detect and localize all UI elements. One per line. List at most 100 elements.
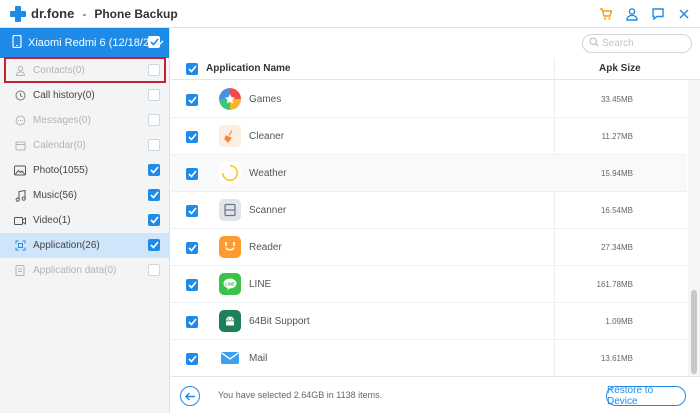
photo-checkbox[interactable] <box>148 164 160 176</box>
reader-icon <box>219 236 241 258</box>
calendar-checkbox[interactable] <box>148 139 160 151</box>
row-checkbox[interactable] <box>186 168 198 180</box>
table-row[interactable]: Mail 13.61MB <box>171 340 687 377</box>
sidebar-item-label: Video(1) <box>33 215 71 226</box>
video-checkbox[interactable] <box>148 214 160 226</box>
application-data-checkbox[interactable] <box>148 264 160 276</box>
doc-icon <box>14 265 26 277</box>
sidebar: Xiaomi Redmi 6 (12/18/2 Contacts(0) Call… <box>0 28 170 413</box>
cart-icon[interactable] <box>596 4 616 24</box>
apk-size: 16.54MB <box>600 205 633 215</box>
apk-size: 15.94MB <box>600 168 633 178</box>
window-controls <box>596 4 694 24</box>
table-header: Application Name Apk Size <box>171 58 700 80</box>
app-name: Reader <box>249 241 282 253</box>
header-application-name[interactable]: Application Name <box>206 63 290 74</box>
title-separator: - <box>82 6 87 21</box>
search-input[interactable] <box>602 38 682 49</box>
row-checkbox[interactable] <box>186 353 198 365</box>
row-checkbox[interactable] <box>186 131 198 143</box>
search-box[interactable] <box>582 34 692 53</box>
sidebar-item-label: Application(26) <box>33 240 100 251</box>
app-name: Mail <box>249 352 268 364</box>
sidebar-item-label: Messages(0) <box>33 115 91 126</box>
clock-icon <box>14 90 26 102</box>
line-icon: LINE <box>219 273 241 295</box>
title-bar: dr.fone - Phone Backup <box>0 0 700 28</box>
close-icon[interactable] <box>674 4 694 24</box>
drfone-logo-icon <box>10 5 26 22</box>
apk-size: 13.61MB <box>600 353 633 363</box>
sidebar-item-calendar[interactable]: Calendar(0) <box>0 133 169 158</box>
row-checkbox[interactable] <box>186 205 198 217</box>
call-history-checkbox[interactable] <box>148 89 160 101</box>
cleaner-icon <box>219 125 241 147</box>
table-row[interactable]: Cleaner 11.27MB <box>171 118 687 155</box>
footer-bar: You have selected 2.64GB in 1138 items. … <box>171 376 700 413</box>
sidebar-item-application-data[interactable]: Application data(0) <box>0 258 169 283</box>
messages-checkbox[interactable] <box>148 114 160 126</box>
highlight-box <box>4 57 166 83</box>
music-icon <box>14 189 26 202</box>
scrollbar-thumb[interactable] <box>691 290 697 374</box>
row-checkbox[interactable] <box>186 94 198 106</box>
weather-icon <box>219 162 241 184</box>
games-icon <box>219 88 241 110</box>
sidebar-item-music[interactable]: Music(56) <box>0 183 169 208</box>
apps-icon <box>14 240 26 252</box>
apk-size: 11.27MB <box>601 131 633 141</box>
app-name: Weather <box>249 167 287 179</box>
table-row[interactable]: LINE LINE 161.78MB <box>171 266 687 303</box>
sidebar-item-video[interactable]: Video(1) <box>0 208 169 233</box>
application-checkbox[interactable] <box>148 239 160 251</box>
apk-size: 27.34MB <box>600 242 633 252</box>
header-apk-size[interactable]: Apk Size <box>599 63 641 74</box>
sidebar-item-label: Application data(0) <box>33 265 117 276</box>
app-name: Games <box>249 93 282 105</box>
app-name: 64Bit Support <box>249 315 310 327</box>
android-icon <box>219 310 241 332</box>
photo-icon <box>14 165 26 177</box>
sidebar-item-photo[interactable]: Photo(1055) <box>0 158 169 183</box>
sidebar-item-label: Call history(0) <box>33 90 95 101</box>
apk-size: 33.45MB <box>600 94 633 104</box>
scrollbar[interactable] <box>688 80 700 376</box>
message-icon <box>14 115 26 127</box>
logo: dr.fone <box>10 5 75 22</box>
row-checkbox[interactable] <box>186 242 198 254</box>
video-icon <box>14 215 26 227</box>
app-name: Scanner <box>249 204 287 216</box>
feedback-icon[interactable] <box>648 4 668 24</box>
device-selector[interactable]: Xiaomi Redmi 6 (12/18/2 <box>0 28 169 58</box>
table-row[interactable]: Reader 27.34MB <box>171 229 687 266</box>
page-title: Phone Backup <box>94 6 178 21</box>
app-name: LINE <box>249 278 272 290</box>
apk-size: 161.78MB <box>596 279 633 289</box>
select-all-checkbox[interactable] <box>186 63 198 75</box>
search-icon <box>589 37 599 50</box>
calendar-icon <box>14 140 26 152</box>
table-row[interactable]: Weather 15.94MB <box>171 155 687 192</box>
back-button[interactable] <box>180 386 200 406</box>
user-icon[interactable] <box>622 4 642 24</box>
sidebar-item-label: Music(56) <box>33 190 77 201</box>
sidebar-item-application[interactable]: Application(26) <box>0 233 169 258</box>
sidebar-item-call-history[interactable]: Call history(0) <box>0 83 169 108</box>
device-checkbox[interactable] <box>148 36 160 48</box>
apk-size: 1.09MB <box>605 316 633 326</box>
brand-name: dr.fone <box>31 6 75 21</box>
sidebar-item-label: Photo(1055) <box>33 165 89 176</box>
svg-text:LINE: LINE <box>225 281 235 286</box>
sidebar-item-messages[interactable]: Messages(0) <box>0 108 169 133</box>
sidebar-item-label: Calendar(0) <box>33 140 86 151</box>
device-name: Xiaomi Redmi 6 (12/18/2 <box>28 37 150 49</box>
table-row[interactable]: 64Bit Support 1.09MB <box>171 303 687 340</box>
table-row[interactable]: Scanner 16.54MB <box>171 192 687 229</box>
row-checkbox[interactable] <box>186 316 198 328</box>
table-row[interactable]: Games 33.45MB <box>171 81 687 118</box>
row-checkbox[interactable] <box>186 279 198 291</box>
scanner-icon <box>219 199 241 221</box>
restore-to-device-button[interactable]: Restore to Device <box>606 385 686 407</box>
music-checkbox[interactable] <box>148 189 160 201</box>
main-panel: Application Name Apk Size Games 33.45MB … <box>171 28 700 413</box>
